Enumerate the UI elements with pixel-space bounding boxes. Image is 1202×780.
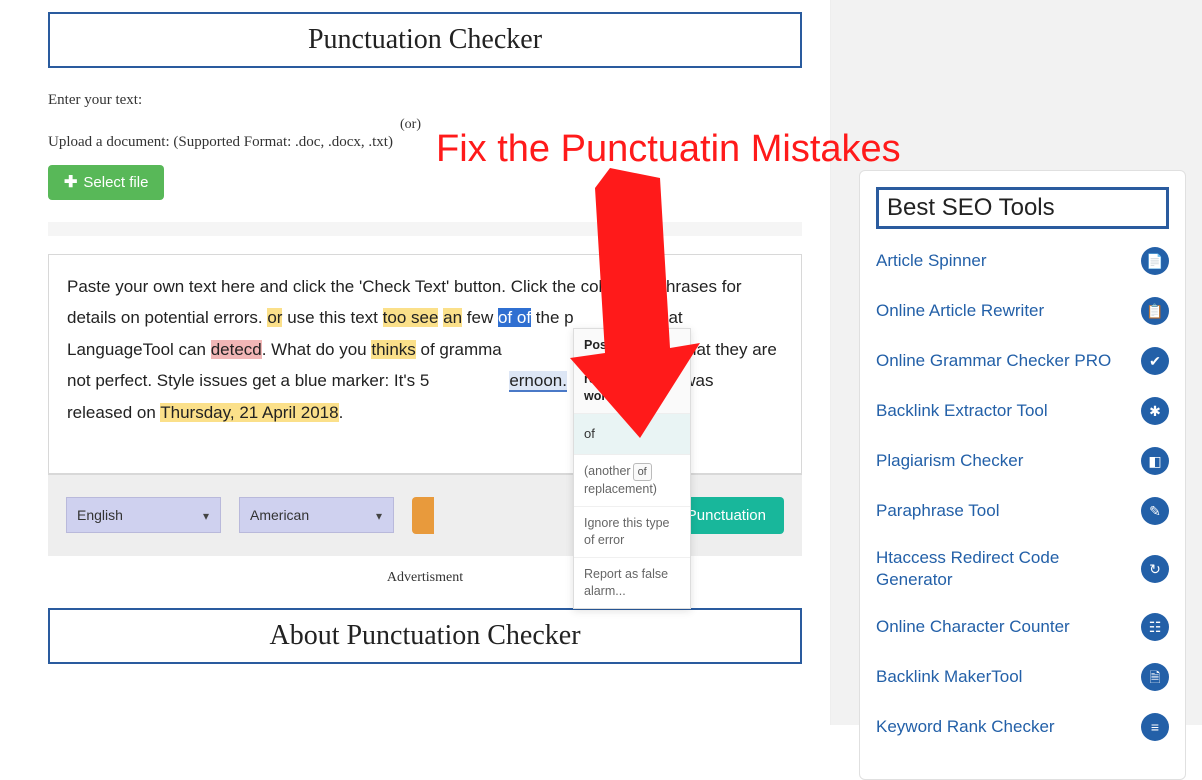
tooltip-header: Possible typo: y repeat word. xyxy=(574,329,690,414)
tool-icon: 📋 xyxy=(1141,297,1169,325)
main-column: Punctuation Checker Enter your text: Upl… xyxy=(0,0,830,725)
tool-icon: ◧ xyxy=(1141,447,1169,475)
tool-icon: ✔ xyxy=(1141,347,1169,375)
tool-article-rewriter[interactable]: Online Article Rewriter 📋 xyxy=(876,297,1169,325)
tooltip-another-replacement[interactable]: (anotherof replacement) xyxy=(574,455,690,508)
tool-backlink-maker[interactable]: Backlink MakerTool 🗎 xyxy=(876,663,1169,691)
tool-list: Article Spinner 📄 Online Article Rewrite… xyxy=(876,247,1169,741)
tool-plagiarism-checker[interactable]: Plagiarism Checker ◧ xyxy=(876,447,1169,475)
tool-icon: ☷ xyxy=(1141,613,1169,641)
highlight-date[interactable]: Thursday, 21 April 2018 xyxy=(160,403,338,422)
highlight-too-see[interactable]: too see xyxy=(383,308,439,327)
tool-icon: 📄 xyxy=(1141,247,1169,275)
tooltip-suggestion-of[interactable]: of xyxy=(574,414,690,455)
tool-keyword-rank[interactable]: Keyword Rank Checker ≡ xyxy=(876,713,1169,741)
tool-htaccess[interactable]: Htaccess Redirect Code Generator ↻ xyxy=(876,547,1169,591)
tool-article-spinner[interactable]: Article Spinner 📄 xyxy=(876,247,1169,275)
tooltip-report[interactable]: Report as false alarm... xyxy=(574,558,690,608)
sidebar: Best SEO Tools Article Spinner 📄 Online … xyxy=(830,0,1202,725)
suggestion-tooltip: Possible typo: y repeat word. of (anothe… xyxy=(573,328,691,609)
select-file-button[interactable]: ✚ Select file xyxy=(48,165,164,200)
highlight-of-of[interactable]: of of xyxy=(498,308,531,327)
tool-icon: ✱ xyxy=(1141,397,1169,425)
editor-text: Paste your own text here and click the '… xyxy=(67,277,612,296)
tool-icon: 🗎 xyxy=(1141,663,1169,691)
sidebar-card: Best SEO Tools Article Spinner 📄 Online … xyxy=(859,170,1186,780)
divider-bar xyxy=(48,222,802,236)
tool-paraphrase[interactable]: Paraphrase Tool ✎ xyxy=(876,497,1169,525)
variant-select[interactable]: American xyxy=(239,497,394,533)
highlight-or[interactable]: or xyxy=(267,308,282,327)
text-editor[interactable]: Paste your own text here and click the '… xyxy=(48,254,802,474)
tool-grammar-checker[interactable]: Online Grammar Checker PRO ✔ xyxy=(876,347,1169,375)
tool-icon: ≡ xyxy=(1141,713,1169,741)
select-file-label: Select file xyxy=(83,174,148,191)
plus-icon: ✚ xyxy=(64,175,77,191)
enter-text-label: Enter your text: xyxy=(48,92,802,109)
orange-button-strip xyxy=(412,497,434,534)
upload-label: Upload a document: (Supported Format: .d… xyxy=(48,134,393,150)
tool-icon: ↻ xyxy=(1141,555,1169,583)
tool-backlink-extractor[interactable]: Backlink Extractor Tool ✱ xyxy=(876,397,1169,425)
highlight-an[interactable]: an xyxy=(443,308,462,327)
tool-char-counter[interactable]: Online Character Counter ☷ xyxy=(876,613,1169,641)
about-title: About Punctuation Checker xyxy=(48,608,802,664)
sidebar-title: Best SEO Tools xyxy=(876,187,1169,229)
or-label: (or) xyxy=(400,117,421,133)
highlight-detecd[interactable]: detecd xyxy=(211,340,262,359)
tooltip-ignore[interactable]: Ignore this type of error xyxy=(574,507,690,558)
highlight-afternoon[interactable]: ernoon. xyxy=(509,371,567,392)
tool-icon: ✎ xyxy=(1141,497,1169,525)
language-select[interactable]: English xyxy=(66,497,221,533)
highlight-thinks[interactable]: thinks xyxy=(371,340,415,359)
page-title: Punctuation Checker xyxy=(48,12,802,68)
